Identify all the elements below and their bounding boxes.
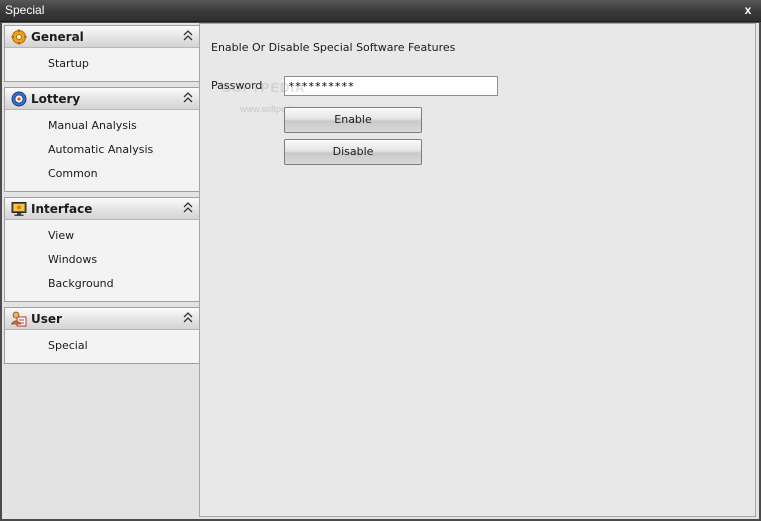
collapse-chevron-icon[interactable]	[183, 30, 193, 42]
collapse-chevron-icon[interactable]	[183, 312, 193, 324]
nav-group-header-general[interactable]: General	[5, 26, 199, 48]
lottery-balls-icon	[11, 91, 27, 107]
softpedia-watermark: SOFTPEDIA	[222, 80, 306, 95]
nav-item-automatic-analysis[interactable]: Automatic Analysis	[48, 143, 153, 156]
enable-button[interactable]: Enable	[284, 107, 422, 133]
collapse-chevron-icon[interactable]	[183, 92, 193, 104]
panel-heading: Enable Or Disable Special Software Featu…	[211, 41, 456, 54]
nav-group-general: General Startup	[4, 25, 200, 82]
nav-item-manual-analysis[interactable]: Manual Analysis	[48, 119, 137, 132]
title-bar[interactable]: Special x	[0, 0, 761, 22]
password-input[interactable]	[284, 76, 498, 96]
close-button[interactable]: x	[741, 3, 755, 17]
nav-group-title-general: General	[31, 30, 84, 44]
nav-item-view[interactable]: View	[48, 229, 74, 242]
nav-group-title-interface: Interface	[31, 202, 93, 216]
nav-group-header-interface[interactable]: Interface	[5, 198, 199, 220]
nav-item-special[interactable]: Special	[48, 339, 88, 352]
collapse-chevron-icon[interactable]	[183, 202, 193, 214]
nav-item-background[interactable]: Background	[48, 277, 114, 290]
nav-item-common[interactable]: Common	[48, 167, 98, 180]
monitor-icon	[11, 201, 27, 217]
nav-group-interface: Interface View Windows Background	[4, 197, 200, 302]
user-icon	[10, 311, 27, 327]
window-title: Special	[5, 3, 45, 17]
nav-group-user: User Special	[4, 307, 200, 364]
nav-group-header-lottery[interactable]: Lottery	[5, 88, 199, 110]
nav-group-header-user[interactable]: User	[5, 308, 199, 330]
window-client-area: General Startup Lottery Manual Analysis …	[2, 23, 759, 519]
nav-item-startup[interactable]: Startup	[48, 57, 89, 70]
nav-group-title-user: User	[31, 312, 62, 326]
gear-icon	[11, 29, 27, 45]
nav-group-title-lottery: Lottery	[31, 92, 81, 106]
nav-item-windows[interactable]: Windows	[48, 253, 97, 266]
nav-group-lottery: Lottery Manual Analysis Automatic Analys…	[4, 87, 200, 192]
special-features-panel: Enable Or Disable Special Software Featu…	[199, 23, 756, 517]
disable-button[interactable]: Disable	[284, 139, 422, 165]
special-window: Special x General Startup Lottery Manual…	[0, 0, 761, 521]
